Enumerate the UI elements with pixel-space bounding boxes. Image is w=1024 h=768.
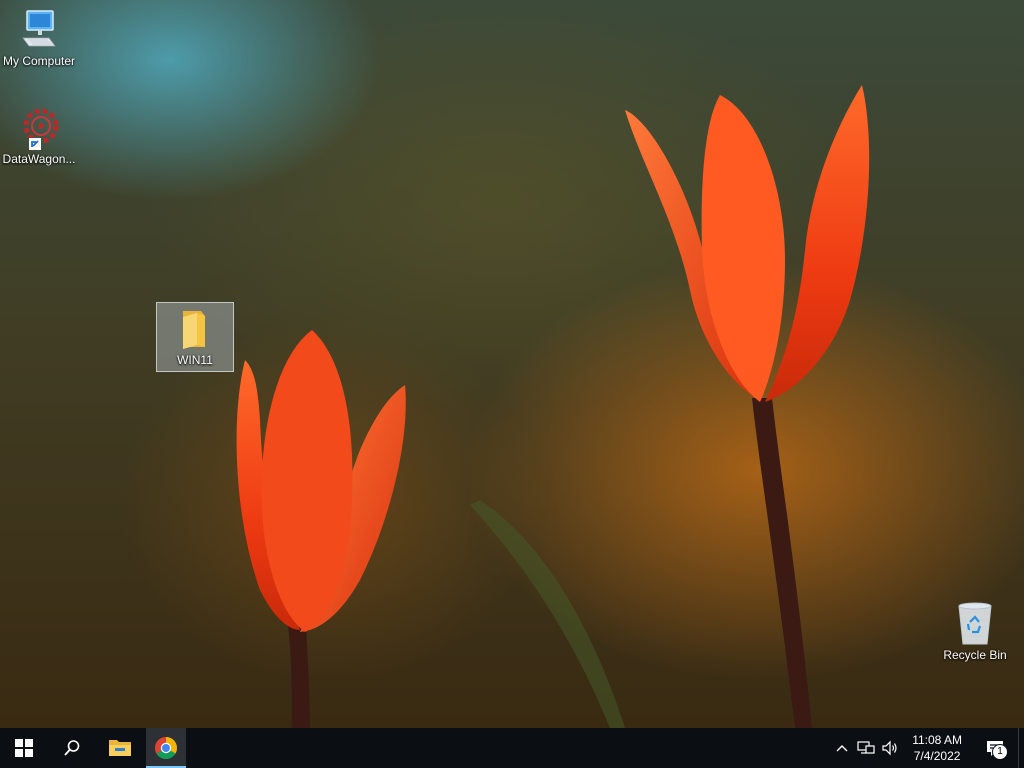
volume-button[interactable] [878,728,902,768]
system-tray: 11:08 AM 7/4/2022 1 [830,728,1024,768]
desktop-icon-recycle-bin[interactable]: Recycle Bin [937,600,1013,662]
tulip-wallpaper-art [236,85,870,728]
computer-icon [22,10,56,47]
gear-shortcut-icon [23,108,59,150]
folder-icon [183,311,205,349]
clock-date: 7/4/2022 [913,749,961,763]
desktop-icon-label: My Computer [2,54,76,68]
network-button[interactable] [854,728,878,768]
show-hidden-icons-button[interactable] [830,728,854,768]
action-center-button[interactable]: 1 [972,728,1018,768]
chrome-icon [155,737,177,759]
file-explorer-button[interactable] [96,728,144,768]
desktop-icon-label: WIN11 [177,353,213,367]
show-desktop-button[interactable] [1018,728,1024,768]
desktop-icon-datawagon[interactable]: DataWagon... [1,104,77,166]
desktop-icon-win11-folder[interactable]: WIN11 [156,302,234,372]
network-icon [857,741,875,754]
start-button[interactable] [0,728,48,768]
volume-icon [882,740,897,756]
taskbar: 11:08 AM 7/4/2022 1 [0,728,1024,768]
clock-time: 11:08 AM [912,733,962,747]
notification-count-badge: 1 [992,744,1008,760]
recycle-bin-icon [958,602,992,645]
chrome-taskbar-button[interactable] [146,728,186,768]
desktop-icon-my-computer[interactable]: My Computer [1,8,77,68]
desktop-wallpaper [0,0,1024,728]
chevron-up-icon [836,745,848,752]
desktop-icon-label: DataWagon... [2,152,76,166]
desktop-icon-label: Recycle Bin [943,648,1007,662]
taskbar-clock[interactable]: 11:08 AM 7/4/2022 [902,732,972,764]
search-button[interactable] [48,728,96,768]
search-icon [64,740,80,756]
windows-start-icon [15,739,33,757]
file-explorer-icon [109,740,131,756]
